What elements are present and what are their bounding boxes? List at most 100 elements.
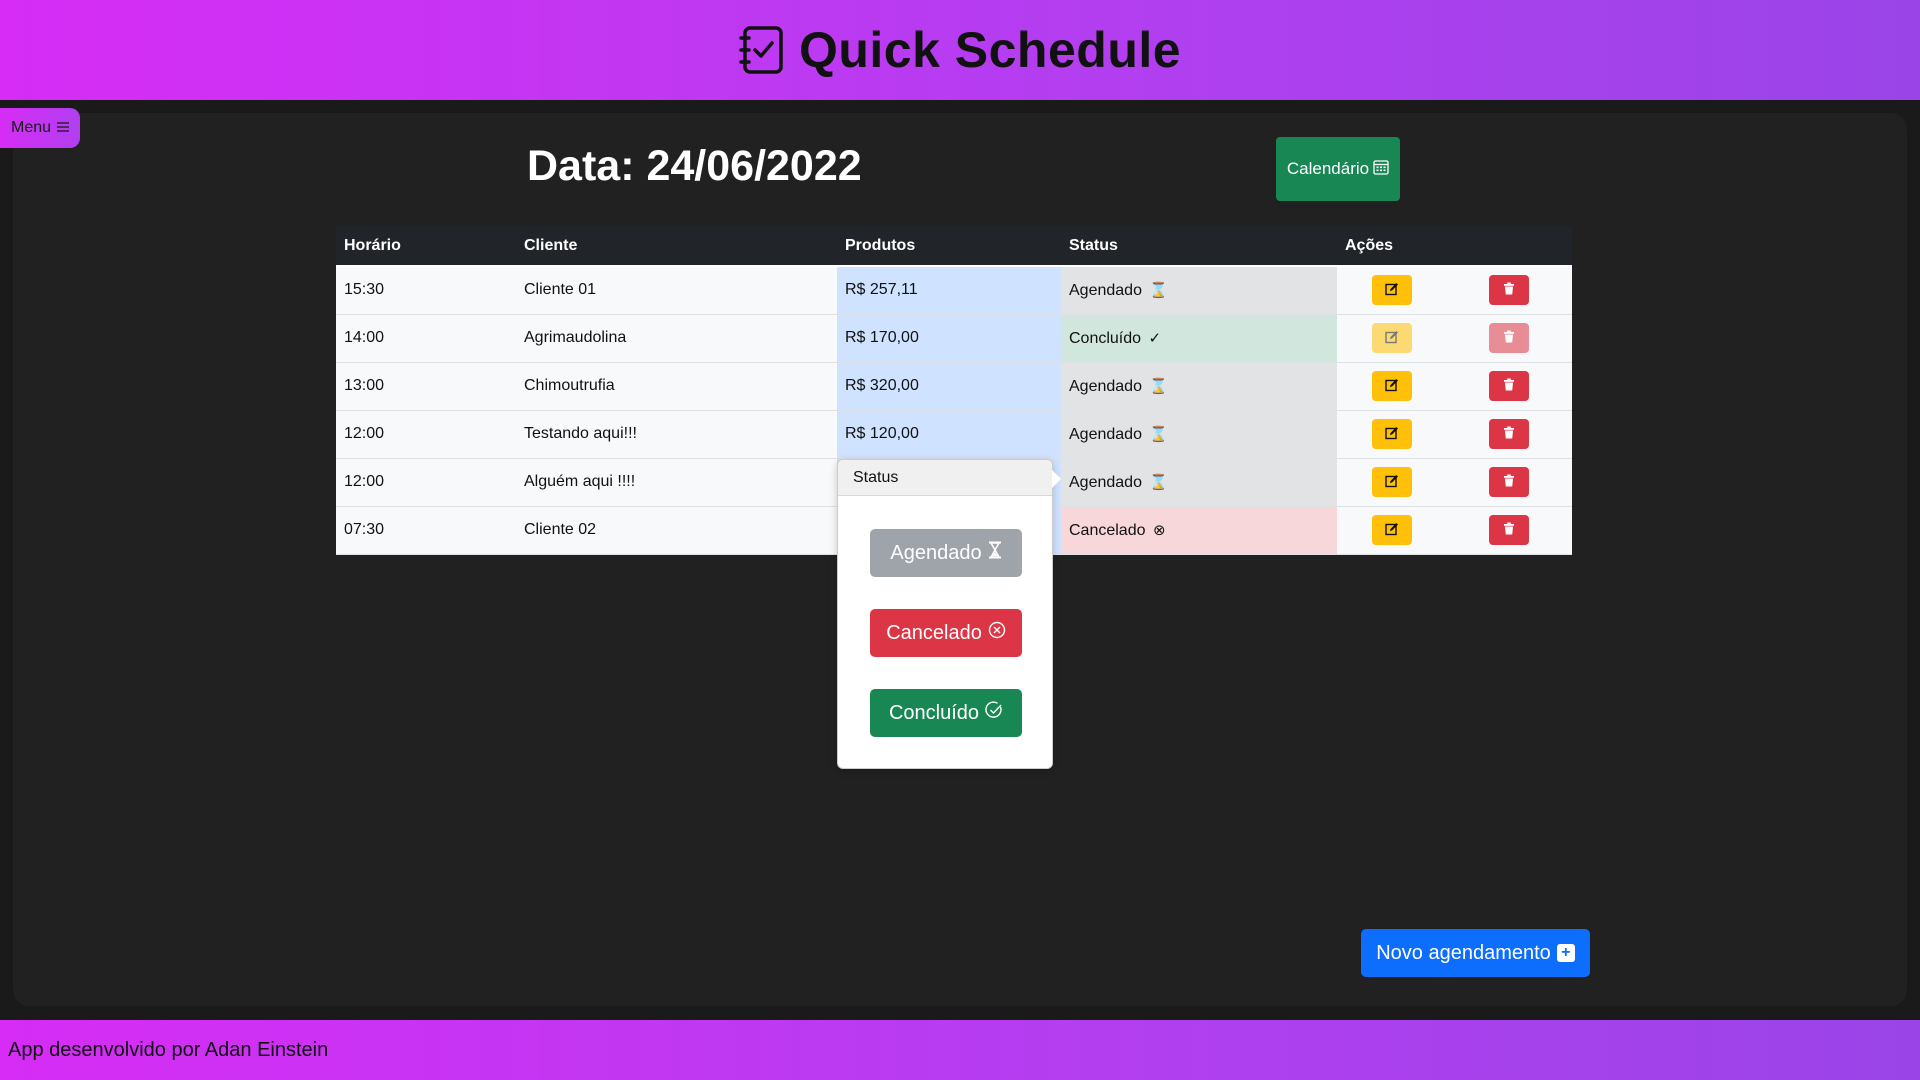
trash-icon [1503, 474, 1515, 490]
column-header-actions-spacer [1446, 226, 1572, 267]
table-row: 12:00 Testando aqui!!! R$ 120,00 Agendad… [336, 410, 1572, 459]
actions-cell [1446, 266, 1572, 315]
status-cell[interactable]: Concluído ✓ [1061, 314, 1337, 363]
cell-time: 07:30 [336, 506, 516, 555]
delete-button[interactable] [1489, 419, 1529, 449]
cell-client: Cliente 02 [516, 506, 837, 555]
actions-cell [1337, 506, 1446, 555]
cell-client: Testando aqui!!! [516, 410, 837, 459]
column-header-actions: Ações [1337, 226, 1446, 267]
edit-button[interactable] [1371, 515, 1412, 545]
app-footer: App desenvolvido por Adan Einstein [0, 1020, 1920, 1080]
status-text: Agendado [1069, 377, 1142, 395]
calendar-button[interactable]: Calendário [1276, 137, 1400, 201]
cell-time: 12:00 [336, 458, 516, 507]
status-text: Agendado [1069, 425, 1142, 443]
hourglass-icon: ⌛ [1149, 425, 1169, 443]
hamburger-icon [57, 119, 70, 137]
cell-time: 14:00 [336, 314, 516, 363]
calendar-icon [1373, 159, 1389, 180]
actions-cell [1446, 458, 1572, 507]
edit-icon [1384, 282, 1399, 299]
actions-cell [1337, 362, 1446, 411]
trash-icon [1503, 378, 1515, 394]
trash-icon [1503, 330, 1515, 346]
check-circle-icon: ✓ [1148, 329, 1162, 347]
hourglass-icon [988, 541, 1002, 565]
status-text: Cancelado [1069, 521, 1146, 539]
status-option-label: Cancelado [886, 621, 982, 644]
x-circle-icon: ⊗ [1152, 521, 1166, 539]
cell-client: Chimoutrufia [516, 362, 837, 411]
edit-button [1371, 323, 1412, 353]
edit-icon [1384, 522, 1399, 539]
delete-button[interactable] [1489, 371, 1529, 401]
check-circle-icon [985, 701, 1003, 725]
edit-icon [1384, 330, 1399, 347]
new-appointment-button[interactable]: Novo agendamento + [1361, 929, 1590, 977]
cell-products: R$ 170,00 [837, 314, 1061, 363]
actions-cell [1446, 506, 1572, 555]
footer-text: App desenvolvido por Adan Einstein [8, 1038, 329, 1061]
status-cell[interactable]: Agendado ⌛ [1061, 362, 1337, 411]
status-popover: Status Agendado Cancelado Concluído [837, 459, 1061, 769]
table-row: 15:30 Cliente 01 R$ 257,11 Agendado ⌛ [336, 266, 1572, 315]
actions-cell [1337, 314, 1446, 363]
edit-button[interactable] [1371, 275, 1412, 306]
table-header-row: Horário Cliente Produtos Status Ações [336, 226, 1572, 267]
trash-icon [1503, 282, 1515, 298]
cell-products: R$ 320,00 [837, 362, 1061, 411]
column-header-products: Produtos [837, 226, 1061, 267]
delete-button [1489, 323, 1529, 353]
status-cell[interactable]: Agendado ⌛ [1061, 458, 1337, 507]
column-header-time: Horário [336, 226, 516, 267]
status-cell[interactable]: Cancelado ⊗ [1061, 506, 1337, 555]
status-agendado-button[interactable]: Agendado [870, 529, 1022, 577]
edit-icon [1384, 474, 1399, 491]
status-text: Agendado [1069, 473, 1142, 491]
actions-cell [1337, 266, 1446, 315]
delete-button[interactable] [1489, 515, 1529, 545]
edit-icon [1384, 378, 1399, 395]
actions-cell [1446, 362, 1572, 411]
brand: Quick Schedule [739, 21, 1181, 79]
edit-icon [1384, 426, 1399, 443]
status-cell[interactable]: Agendado ⌛ [1061, 410, 1337, 459]
cell-time: 12:00 [336, 410, 516, 459]
delete-button[interactable] [1489, 467, 1529, 497]
popover-title: Status [838, 460, 1052, 496]
cell-products: R$ 257,11 [837, 266, 1061, 315]
cell-client: Alguém aqui !!!! [516, 458, 837, 507]
status-text: Concluído [1069, 329, 1142, 347]
cell-client: Cliente 01 [516, 266, 837, 315]
status-cell[interactable]: Agendado ⌛ [1061, 266, 1337, 315]
cell-client: Agrimaudolina [516, 314, 837, 363]
hourglass-icon: ⌛ [1149, 473, 1169, 491]
status-text: Agendado [1069, 281, 1142, 299]
edit-button[interactable] [1371, 467, 1412, 497]
status-concluido-button[interactable]: Concluído [870, 689, 1022, 737]
cell-products: R$ 120,00 [837, 410, 1061, 459]
page-title: Data: 24/06/2022 [527, 142, 862, 190]
actions-cell [1337, 458, 1446, 507]
trash-icon [1503, 522, 1515, 538]
column-header-client: Cliente [516, 226, 837, 267]
actions-cell [1446, 314, 1572, 363]
plus-square-icon: + [1556, 944, 1575, 962]
cell-time: 15:30 [336, 266, 516, 315]
checklist-notebook-icon [739, 25, 785, 75]
menu-button[interactable]: Menu [0, 108, 80, 148]
app-title: Quick Schedule [798, 22, 1182, 78]
table-row: 13:00 Chimoutrufia R$ 320,00 Agendado ⌛ [336, 362, 1572, 411]
status-option-label: Agendado [890, 541, 982, 564]
calendar-button-label: Calendário [1286, 159, 1370, 178]
new-appointment-label: Novo agendamento [1376, 941, 1551, 964]
status-option-label: Concluído [888, 701, 980, 724]
edit-button[interactable] [1371, 419, 1412, 449]
status-cancelado-button[interactable]: Cancelado [870, 609, 1022, 657]
edit-button[interactable] [1371, 371, 1412, 401]
actions-cell [1446, 410, 1572, 459]
cell-time: 13:00 [336, 362, 516, 411]
trash-icon [1503, 426, 1515, 442]
delete-button[interactable] [1489, 275, 1529, 306]
